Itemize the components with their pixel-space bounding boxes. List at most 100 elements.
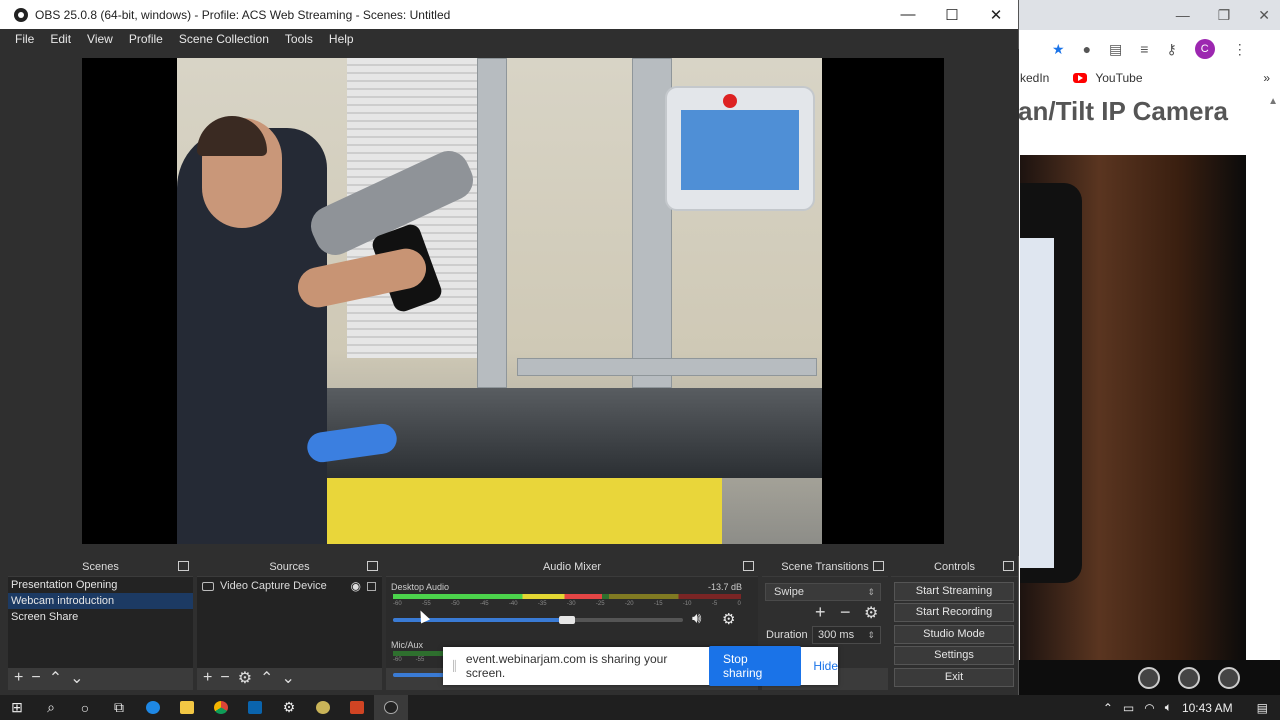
reader-icon[interactable]: ▤: [1109, 41, 1122, 58]
transition-select[interactable]: Swipe ⇕: [765, 583, 881, 601]
record-icon[interactable]: [1178, 666, 1200, 689]
menu-edit[interactable]: Edit: [42, 32, 79, 46]
add-icon[interactable]: +: [14, 669, 23, 687]
speaker-icon[interactable]: 🔊︎: [692, 610, 701, 627]
tick-label: -55: [421, 601, 431, 607]
studio-mode-button[interactable]: Studio Mode: [894, 625, 1014, 644]
drag-handle-icon[interactable]: ║: [443, 661, 466, 672]
obs-window: OBS 25.0.8 (64-bit, windows) - Profile: …: [0, 0, 1019, 695]
program-canvas[interactable]: [82, 58, 944, 544]
maximize-button[interactable]: ☐: [930, 6, 974, 24]
channel-db: -13.7 dB: [707, 582, 742, 592]
add-transition-icon[interactable]: +: [815, 602, 826, 623]
restore-icon[interactable]: ❐: [1218, 7, 1231, 24]
volume-slider[interactable]: [393, 616, 683, 624]
browser-title-bar: — ❐ ✕: [1018, 0, 1280, 30]
lock-icon[interactable]: [367, 581, 376, 591]
undock-icon[interactable]: [743, 561, 754, 571]
chevron-up-icon[interactable]: ⌃: [1103, 701, 1113, 715]
camera-icon: [202, 581, 214, 591]
settings-icon[interactable]: ⚙: [272, 695, 306, 720]
scene-item[interactable]: Webcam introduction: [8, 593, 193, 609]
scene-item[interactable]: Presentation Opening: [8, 577, 193, 593]
webcam-video: [177, 58, 822, 544]
chrome-icon[interactable]: [204, 695, 238, 720]
settings-button[interactable]: Settings: [894, 646, 1014, 665]
tick-label: -35: [537, 601, 547, 607]
outlook-icon[interactable]: [238, 695, 272, 720]
edge-icon[interactable]: [136, 695, 170, 720]
remove-transition-icon[interactable]: −: [840, 602, 851, 623]
menu-help[interactable]: Help: [321, 32, 362, 46]
cortana-icon[interactable]: ○: [68, 695, 102, 720]
key-icon[interactable]: ⚷: [1166, 41, 1176, 58]
close-icon[interactable]: ✕: [1258, 7, 1270, 24]
phone-device: [1020, 183, 1082, 583]
bookmark-youtube[interactable]: YouTube: [1095, 71, 1142, 85]
battery-icon[interactable]: ▭: [1123, 701, 1134, 715]
menu-scene-collection[interactable]: Scene Collection: [171, 32, 277, 46]
gear-icon[interactable]: ⚙: [722, 610, 735, 628]
duration-spinbox[interactable]: 300 ms ⇕: [812, 626, 881, 644]
duration-value: 300 ms: [818, 629, 855, 641]
task-view-icon[interactable]: ⧉: [102, 695, 136, 720]
undock-icon[interactable]: [178, 561, 189, 571]
search-icon[interactable]: ⌕: [34, 695, 68, 720]
add-icon[interactable]: +: [203, 669, 212, 687]
menu-profile[interactable]: Profile: [121, 32, 171, 46]
snapshot-icon[interactable]: [1138, 666, 1160, 689]
remove-icon[interactable]: −: [220, 669, 229, 687]
playlist-icon[interactable]: ≡: [1140, 41, 1148, 57]
visibility-eye-icon[interactable]: ◉: [351, 579, 361, 593]
minimize-button[interactable]: —: [886, 6, 930, 23]
windows-start-icon[interactable]: ⊞: [0, 695, 34, 720]
gear-icon[interactable]: ⚙: [238, 668, 252, 688]
stop-sharing-button[interactable]: Stop sharing: [708, 646, 802, 686]
move-up-icon[interactable]: ⌃: [260, 668, 273, 688]
start-streaming-button[interactable]: Start Streaming: [894, 582, 1014, 601]
undock-icon[interactable]: [873, 561, 884, 571]
sources-toolbar: + − ⚙ ⌃ ⌄: [197, 666, 382, 690]
remove-icon[interactable]: −: [31, 669, 40, 687]
move-down-icon[interactable]: ⌄: [70, 668, 83, 688]
hide-button[interactable]: Hide: [813, 659, 838, 673]
menu-file[interactable]: File: [7, 32, 42, 46]
exit-button[interactable]: Exit: [894, 668, 1014, 687]
menu-tools[interactable]: Tools: [277, 32, 321, 46]
gear-icon[interactable]: ⚙: [864, 603, 878, 623]
star-icon[interactable]: ★: [1052, 41, 1065, 58]
start-recording-button[interactable]: Start Recording: [894, 603, 1014, 622]
undock-icon[interactable]: [1003, 561, 1014, 571]
transitions-title: Scene Transitions: [762, 558, 888, 576]
volume-icon[interactable]: 🔈︎: [1165, 700, 1172, 715]
app-icon[interactable]: [306, 695, 340, 720]
clock[interactable]: 10:43 AM: [1182, 701, 1233, 715]
spin-arrows-icon[interactable]: ⇕: [867, 627, 875, 643]
minimize-icon[interactable]: —: [1176, 7, 1190, 23]
menu-icon[interactable]: ⋮: [1233, 41, 1247, 58]
volume-slider-thumb[interactable]: [559, 616, 575, 624]
scenes-dock: Scenes Presentation Opening Webcam intro…: [8, 558, 193, 690]
close-button[interactable]: ✕: [974, 6, 1018, 24]
powerpoint-icon[interactable]: [340, 695, 374, 720]
move-up-icon[interactable]: ⌃: [49, 668, 62, 688]
undock-icon[interactable]: [367, 561, 378, 571]
scene-item[interactable]: Screen Share: [8, 609, 193, 625]
system-tray: ⌃ ▭ ◠ 🔈︎ 10:43 AM ▤: [1103, 700, 1280, 715]
obs-taskbar-icon[interactable]: [374, 695, 408, 720]
preview-area[interactable]: [0, 49, 1019, 556]
scroll-up-icon[interactable]: ▲: [1268, 96, 1278, 107]
bookmarks-overflow-icon[interactable]: »: [1263, 71, 1280, 85]
menu-view[interactable]: View: [79, 32, 121, 46]
file-explorer-icon[interactable]: [170, 695, 204, 720]
extension-icon[interactable]: ●: [1083, 41, 1091, 57]
bookmark-linkedin[interactable]: kedIn: [1020, 71, 1049, 85]
move-down-icon[interactable]: ⌄: [281, 668, 294, 688]
page-heading: an/Tilt IP Camera: [1018, 96, 1229, 126]
avatar[interactable]: C: [1194, 39, 1215, 59]
fullscreen-icon[interactable]: [1218, 666, 1240, 689]
source-item[interactable]: Video Capture Device ◉: [197, 577, 382, 595]
wifi-icon[interactable]: ◠: [1144, 701, 1154, 715]
notification-icon[interactable]: ▤: [1257, 701, 1268, 715]
tick-label: -25: [595, 601, 605, 607]
